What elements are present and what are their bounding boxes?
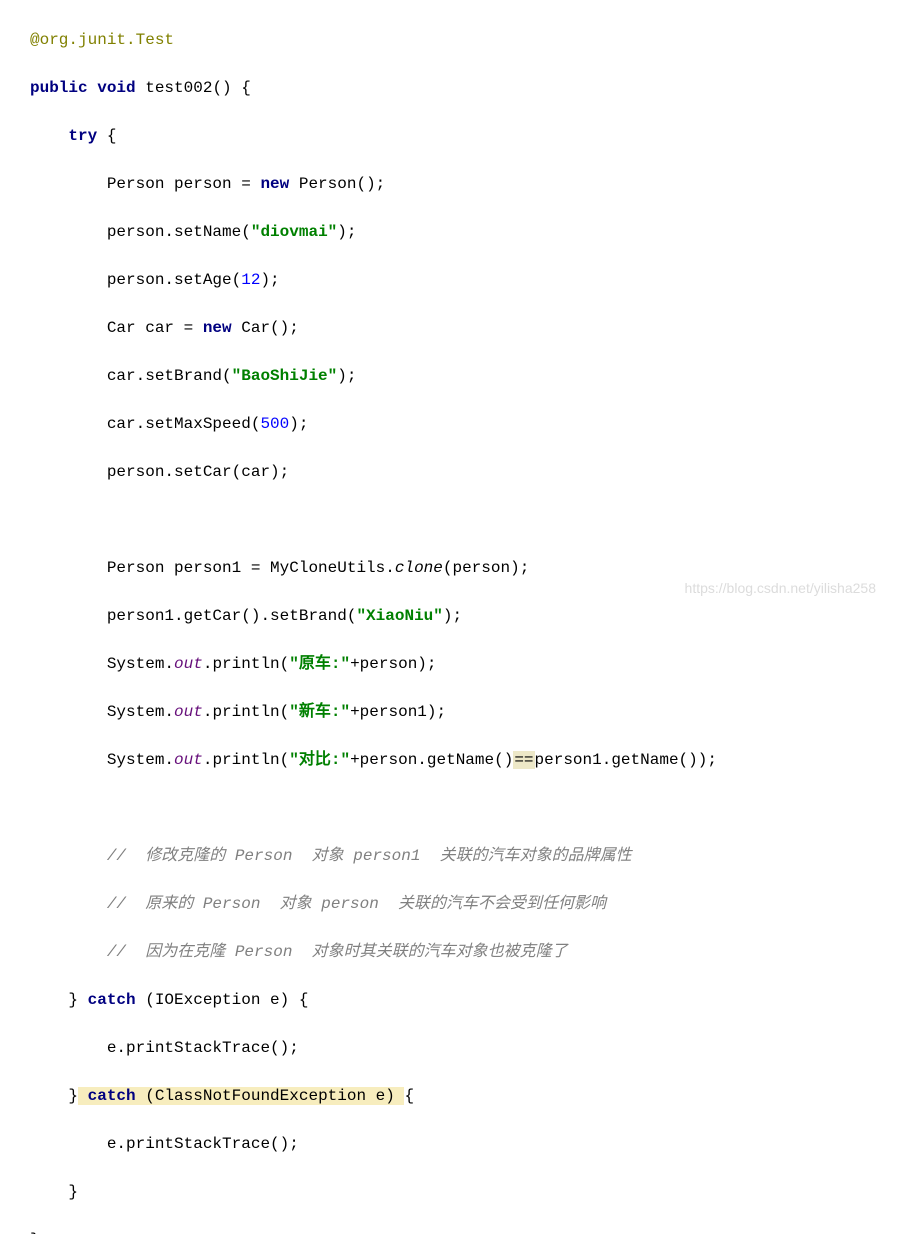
code-text: Person person =: [107, 175, 261, 193]
string-literal: "原车:": [289, 655, 350, 673]
code-text: +person.getName(): [350, 751, 513, 769]
code-text: );: [289, 415, 308, 433]
code-text: );: [337, 223, 356, 241]
method-signature: test002() {: [136, 79, 251, 97]
code-text: }: [68, 991, 87, 1009]
string-typo: diovmai: [260, 223, 327, 241]
code-text: .println(: [203, 655, 289, 673]
code-text: System.: [107, 703, 174, 721]
string-literal: "新车:": [289, 703, 350, 721]
keyword-void: void: [97, 79, 135, 97]
code-text: );: [443, 607, 462, 625]
code-text: Car();: [232, 319, 299, 337]
comment: // 原来的 Person 对象 person 关联的汽车不会受到任何影响: [107, 895, 606, 913]
code-text: person.setName(: [107, 223, 251, 241]
keyword-new: new: [260, 175, 289, 193]
code-text: );: [337, 367, 356, 385]
code-text: }: [68, 1087, 78, 1105]
code-text: +person);: [350, 655, 436, 673]
code-text: person.setAge(: [107, 271, 241, 289]
watermark: https://blog.csdn.net/yilisha258: [685, 578, 876, 599]
keyword-catch: catch: [78, 1087, 145, 1105]
code-text: }: [30, 1231, 40, 1234]
keyword-catch: catch: [88, 991, 136, 1009]
static-out: out: [174, 655, 203, 673]
string-literal: ": [251, 223, 261, 241]
number-literal: 500: [260, 415, 289, 433]
code-text: (ClassNotFoundException e): [145, 1087, 404, 1105]
code-text: System.: [107, 655, 174, 673]
code-text: car.setMaxSpeed(: [107, 415, 261, 433]
code-text: person1.getName());: [535, 751, 717, 769]
equality-highlight: ==: [513, 751, 534, 769]
code-text: e.printStackTrace();: [107, 1135, 299, 1153]
code-text: }: [68, 1183, 78, 1201]
code-text: e.printStackTrace();: [107, 1039, 299, 1057]
code-text: (IOException e) {: [136, 991, 309, 1009]
string-literal: ": [328, 223, 338, 241]
code-text: {: [404, 1087, 414, 1105]
keyword-new: new: [203, 319, 232, 337]
code-text: .println(: [203, 751, 289, 769]
code-text: Car car =: [107, 319, 203, 337]
code-text: person1.getCar().setBrand(: [107, 607, 357, 625]
static-call: clone: [395, 559, 443, 577]
comment: // 因为在克隆 Person 对象时其关联的汽车对象也被克隆了: [107, 943, 568, 961]
code-text: .println(: [203, 703, 289, 721]
static-out: out: [174, 703, 203, 721]
comment: // 修改克隆的 Person 对象 person1 关联的汽车对象的品牌属性: [107, 847, 632, 865]
code-text: person.setCar(car);: [107, 463, 289, 481]
code-text: Person();: [289, 175, 385, 193]
keyword-public: public: [30, 79, 88, 97]
string-literal: "XiaoNiu": [356, 607, 442, 625]
static-out: out: [174, 751, 203, 769]
code-text: car.setBrand(: [107, 367, 232, 385]
code-text: Person person1 = MyCloneUtils.: [107, 559, 395, 577]
code-text: (person);: [443, 559, 529, 577]
annotation: @org.junit.Test: [30, 31, 174, 49]
code-text: System.: [107, 751, 174, 769]
code-block: @org.junit.Test public void test002() { …: [0, 0, 904, 1234]
brace: {: [97, 127, 116, 145]
code-text: );: [260, 271, 279, 289]
string-literal: "BaoShiJie": [232, 367, 338, 385]
code-text: +person1);: [350, 703, 446, 721]
keyword-try: try: [68, 127, 97, 145]
string-literal: "对比:": [289, 751, 350, 769]
number-literal: 12: [241, 271, 260, 289]
